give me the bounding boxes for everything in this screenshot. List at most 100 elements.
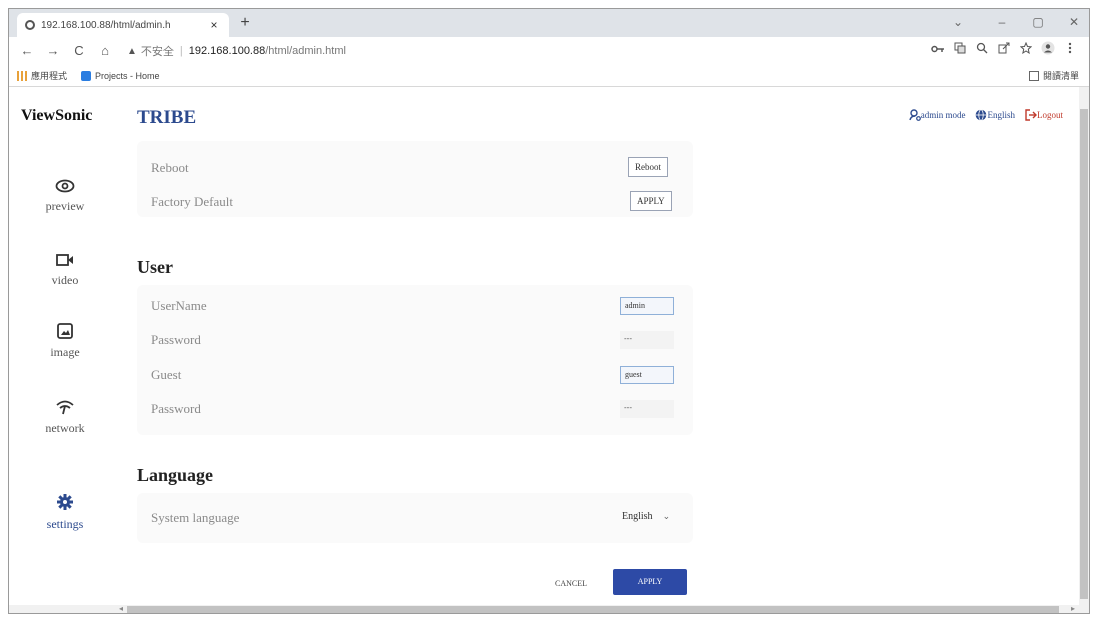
key-icon[interactable] <box>927 41 949 61</box>
system-panel: Reboot Reboot Factory Default APPLY <box>137 141 693 217</box>
horizontal-scroll-thumb[interactable] <box>127 606 1059 613</box>
logout-icon <box>1025 109 1037 121</box>
restore-button[interactable]: ▢ <box>1023 11 1053 33</box>
factory-default-apply-button[interactable]: APPLY <box>630 191 672 211</box>
tab-title: 192.168.100.88/html/admin.h <box>41 19 171 31</box>
logout-button[interactable]: Logout <box>1025 109 1063 121</box>
globe-icon <box>976 109 987 121</box>
reboot-label: Reboot <box>151 160 189 175</box>
reading-list[interactable]: 閱讀清單 <box>1028 69 1079 82</box>
language-panel: System language English ⌄ <box>137 493 693 543</box>
sidebar-label-settings: settings <box>46 517 84 531</box>
admin-mode-button[interactable]: admin mode <box>909 109 966 121</box>
bookmarks-bar: 應用程式 Projects - Home 閱讀清單 <box>9 65 1089 87</box>
minimize-button[interactable]: – <box>987 11 1017 33</box>
browser-window: 192.168.100.88/html/admin.h × + ⌄ – ▢ ✕ … <box>8 8 1090 614</box>
language-switch[interactable]: English <box>975 109 1015 121</box>
sidebar-item-preview[interactable]: preview <box>9 179 121 215</box>
password-row: Password <box>151 329 693 351</box>
back-button[interactable]: ← <box>17 41 37 61</box>
user-section-title: User <box>137 257 173 277</box>
system-language-label: System language <box>151 510 240 525</box>
gear-icon <box>57 494 73 510</box>
sidebar-label-image: image <box>50 345 80 359</box>
system-language-value: English <box>622 511 653 522</box>
insecure-label: 不安全 <box>140 46 174 58</box>
header-actions: admin mode English Logout <box>899 109 1063 121</box>
tab-strip: 192.168.100.88/html/admin.h × + ⌄ – ▢ ✕ <box>9 9 1089 37</box>
reboot-button[interactable]: Reboot <box>628 157 668 177</box>
vertical-scroll-thumb[interactable] <box>1080 109 1088 599</box>
guest-input[interactable]: guest <box>620 366 674 384</box>
close-window-button[interactable]: ✕ <box>1059 11 1089 33</box>
logout-label: Logout <box>1037 110 1063 120</box>
page-title: TRIBE <box>137 107 197 128</box>
address-separator: | <box>179 45 183 57</box>
bookmark-apps[interactable]: 應用程式 <box>17 69 67 82</box>
sidebar-label-preview: preview <box>45 199 85 213</box>
sidebar-item-network[interactable]: network <box>9 399 121 437</box>
reload-button[interactable]: C <box>69 41 89 61</box>
language-section-title: Language <box>137 465 214 485</box>
forward-button[interactable]: → <box>43 41 63 61</box>
wifi-icon <box>56 400 74 415</box>
share-icon[interactable] <box>993 41 1015 61</box>
address-bar[interactable]: ▲ 不安全 | 192.168.100.88 /html/admin.html <box>121 40 927 62</box>
bookmark-projects-label: Projects - Home <box>95 70 160 81</box>
bookmark-apps-label: 應用程式 <box>31 71 68 81</box>
browser-tab[interactable]: 192.168.100.88/html/admin.h × <box>17 13 229 37</box>
address-host: 192.168.100.88 <box>188 45 266 57</box>
reboot-row: Reboot <box>151 157 693 179</box>
guest-password-input[interactable]: --- <box>620 400 674 418</box>
eye-icon <box>55 179 75 193</box>
zoom-icon[interactable] <box>971 41 993 61</box>
browser-toolbar: ← → C ⌂ ▲ 不安全 | 192.168.100.88 /html/adm… <box>9 37 1089 65</box>
brand-logo: ViewSonic <box>21 107 93 124</box>
guest-row: Guest <box>151 364 693 386</box>
sidebar-label-video: video <box>51 273 79 287</box>
sidebar-item-video[interactable]: video <box>9 253 121 289</box>
scroll-left-icon[interactable]: ◂ <box>119 604 123 613</box>
cancel-button[interactable]: CANCEL <box>555 579 587 588</box>
camera-icon <box>56 254 73 266</box>
menu-icon[interactable] <box>1059 41 1081 61</box>
page-content: ViewSonic preview video image network se… <box>9 87 1081 605</box>
new-tab-button[interactable]: + <box>235 13 255 33</box>
factory-default-label: Factory Default <box>151 194 233 209</box>
chevron-down-icon: ⌄ <box>662 511 671 521</box>
horizontal-scrollbar[interactable]: ◂ ▸ <box>9 604 1089 613</box>
address-path: /html/admin.html <box>265 45 346 57</box>
warning-icon: ▲ <box>127 45 137 57</box>
guest-password-row: Password <box>151 398 693 420</box>
home-button[interactable]: ⌂ <box>95 41 115 61</box>
reading-list-label: 閱讀清單 <box>1042 71 1079 81</box>
tab-search-button[interactable]: ⌄ <box>943 11 973 33</box>
image-icon <box>57 323 73 339</box>
star-icon[interactable] <box>1015 41 1037 61</box>
guest-label: Guest <box>151 367 182 382</box>
guest-password-label: Password <box>151 401 201 416</box>
translate-icon[interactable] <box>949 41 971 61</box>
user-icon <box>909 109 921 121</box>
profile-icon[interactable] <box>1037 41 1059 61</box>
projects-icon <box>81 70 92 81</box>
apply-button[interactable]: APPLY <box>613 569 687 595</box>
sidebar: ViewSonic preview video image network se… <box>9 87 121 605</box>
factory-default-row: Factory Default <box>151 191 693 213</box>
bookmark-projects[interactable]: Projects - Home <box>81 70 160 81</box>
system-language-row: System language <box>151 507 693 529</box>
scroll-right-icon[interactable]: ▸ <box>1071 604 1075 613</box>
user-panel: UserName admin Password --- Guest guest … <box>137 285 693 435</box>
tab-close-button[interactable]: × <box>207 18 221 32</box>
sidebar-item-image[interactable]: image <box>9 323 121 361</box>
sidebar-item-settings[interactable]: settings <box>9 493 121 533</box>
vertical-scrollbar[interactable] <box>1079 87 1089 605</box>
username-input[interactable]: admin <box>620 297 674 315</box>
globe-icon <box>25 20 35 30</box>
system-language-select[interactable]: English ⌄ <box>622 511 670 522</box>
admin-mode-label: admin mode <box>920 110 966 120</box>
apps-icon <box>17 70 27 81</box>
reading-list-icon <box>1028 70 1039 81</box>
language-switch-label: English <box>987 110 1015 120</box>
password-input[interactable]: --- <box>620 331 674 349</box>
